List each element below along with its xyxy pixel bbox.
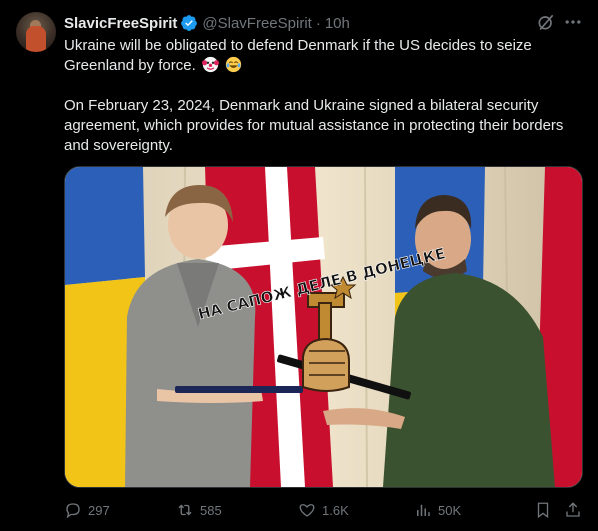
tweet-text-line1: Ukraine will be obligated to defend Denm… <box>64 37 532 74</box>
heart-icon <box>299 504 315 517</box>
tweet[interactable]: SlavicFreeSpirit @SlavFreeSpirit · 10h U… <box>0 0 598 531</box>
repost-icon <box>178 504 192 516</box>
views-chart-icon <box>417 504 430 516</box>
avatar-figure <box>26 26 46 52</box>
reply-button[interactable]: 297 <box>64 500 110 520</box>
reply-icon <box>66 503 80 519</box>
document-folder-left <box>175 386 303 393</box>
share-button[interactable] <box>564 500 582 520</box>
bookmark-button[interactable] <box>534 500 552 520</box>
bookmark-icon <box>537 502 549 519</box>
like-button[interactable]: 1.6K <box>298 500 349 520</box>
media-illustration: НА САПОЖ ДЕЛЕ В ДОНЕЦКЕ <box>65 167 582 487</box>
repost-count: 585 <box>200 502 222 518</box>
tweet-header: SlavicFreeSpirit @SlavFreeSpirit · 10h <box>64 13 350 33</box>
tweet-media-image[interactable]: НА САПОЖ ДЕЛЕ В ДОНЕЦКЕ <box>64 166 583 488</box>
action-bar: 297 585 1.6K 50K <box>64 500 584 520</box>
more-icon[interactable] <box>563 12 583 32</box>
author-name[interactable]: SlavicFreeSpirit <box>64 15 177 32</box>
like-count: 1.6K <box>322 502 349 518</box>
repost-button[interactable]: 585 <box>176 500 222 520</box>
tweet-text: Ukraine will be obligated to defend Denm… <box>64 36 574 156</box>
views-count: 50K <box>438 502 462 518</box>
avatar[interactable] <box>16 12 56 52</box>
timestamp[interactable]: 10h <box>325 15 350 32</box>
share-icon <box>566 502 580 517</box>
face-with-tears-of-joy-icon <box>225 56 242 73</box>
views-button[interactable]: 50K <box>414 500 461 520</box>
tweet-text-line2: On February 23, 2024, Denmark and Ukrain… <box>64 97 564 154</box>
clown-face-icon <box>201 56 219 73</box>
author-handle[interactable]: @SlavFreeSpirit <box>202 15 311 32</box>
reply-count: 297 <box>88 502 110 518</box>
verified-badge-icon <box>181 15 198 31</box>
grok-icon[interactable] <box>536 12 556 32</box>
header-separator: · <box>315 14 321 32</box>
